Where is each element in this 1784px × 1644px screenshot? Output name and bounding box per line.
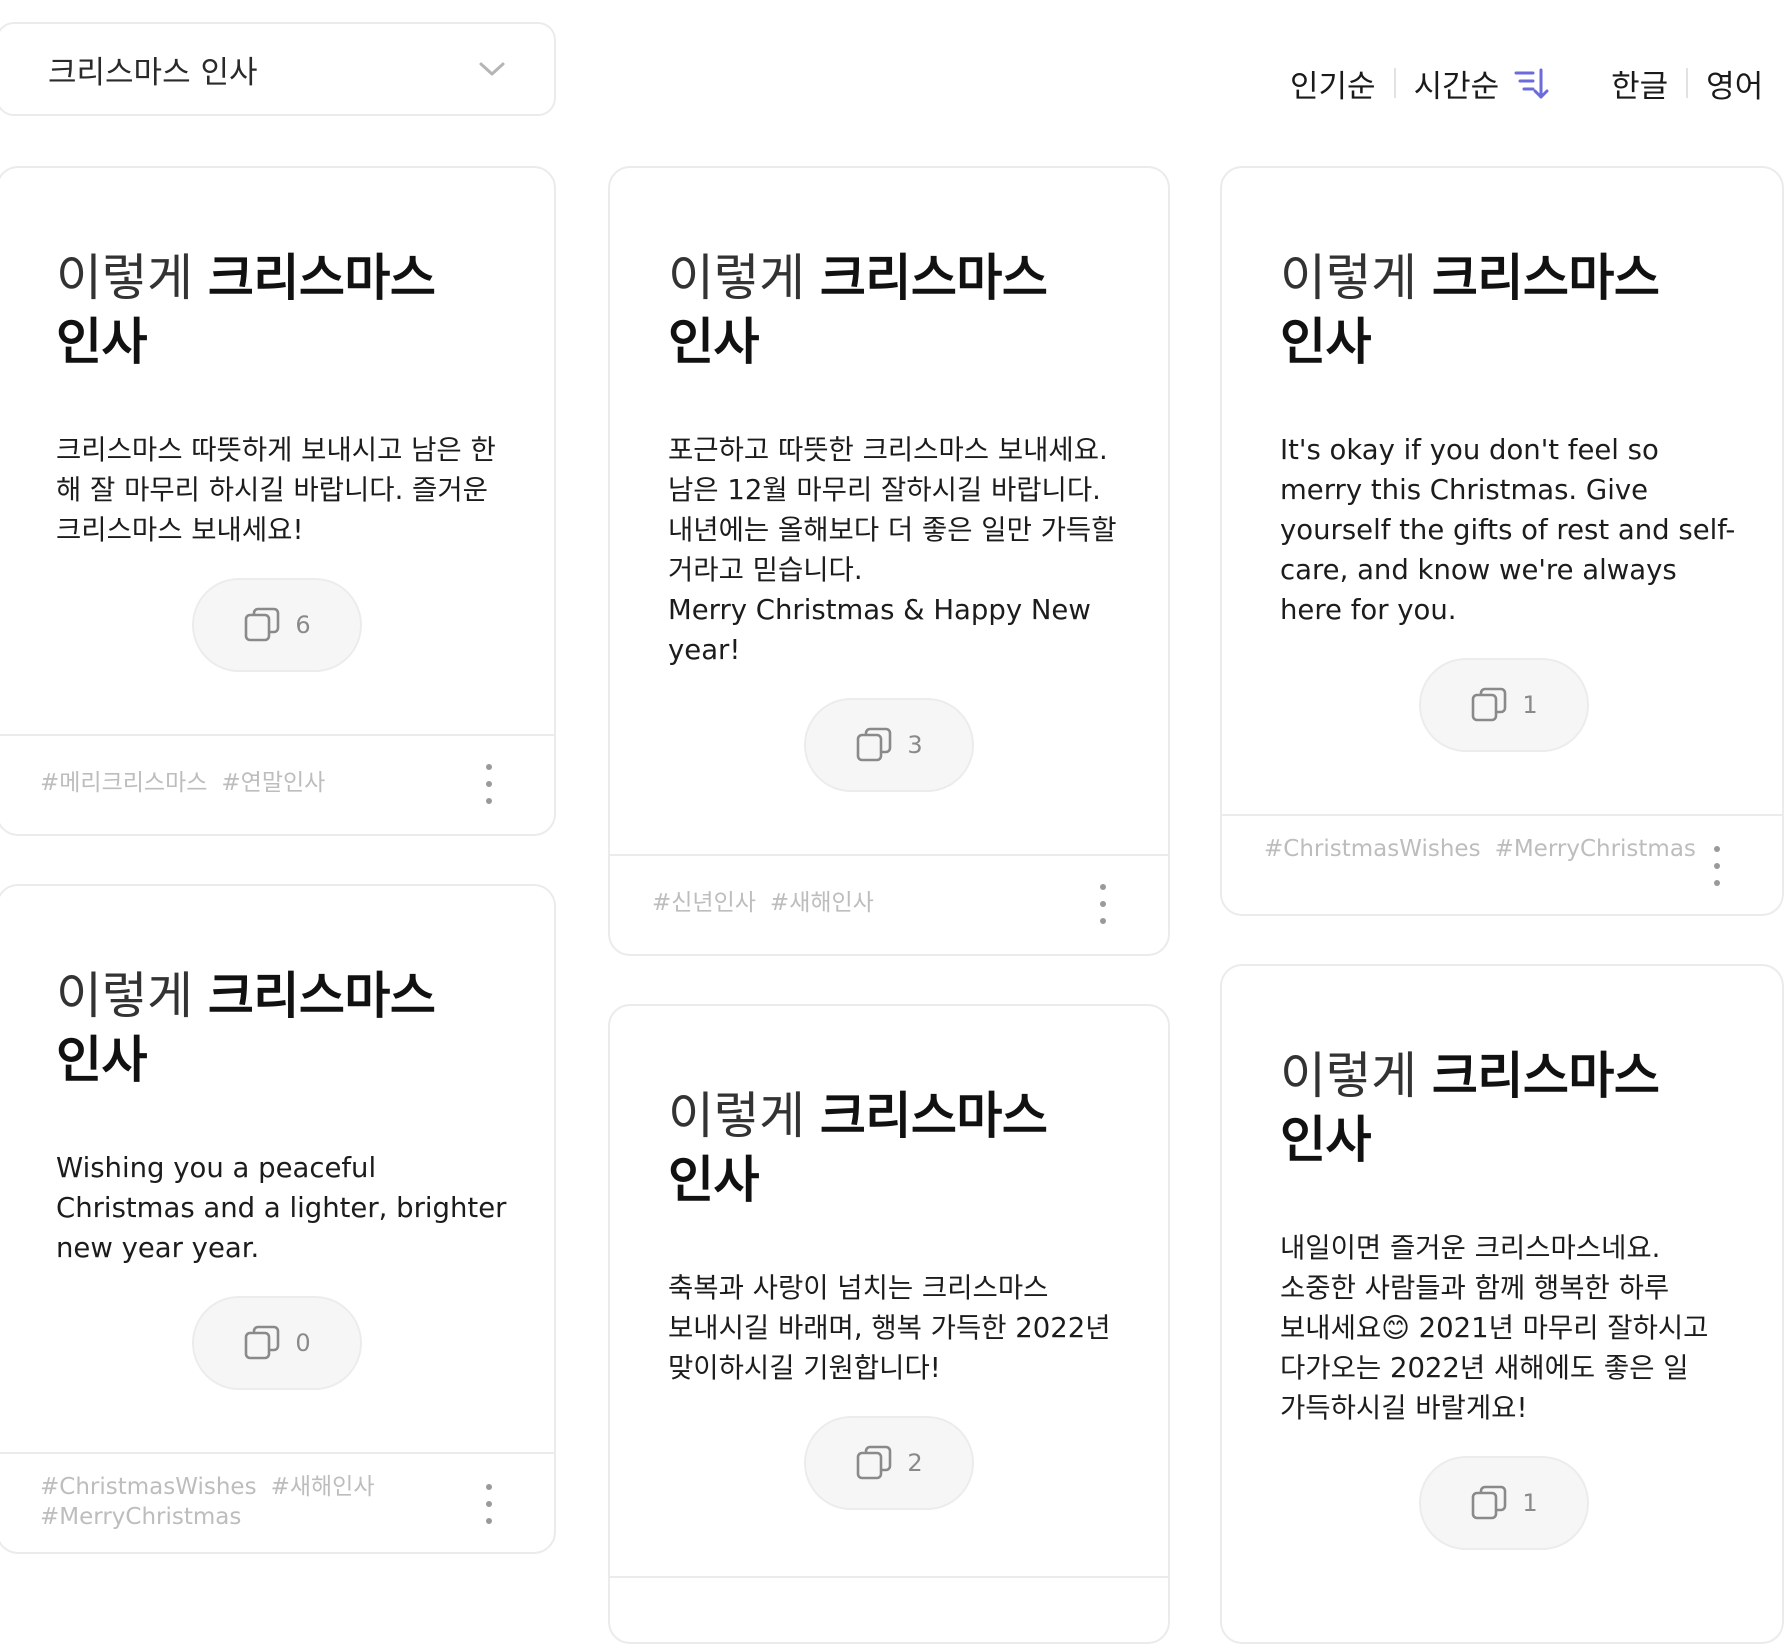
card-message: It's okay if you don't feel so merry thi… [1280, 434, 1736, 626]
greeting-card: 이렇게 크리스마스 인사 It's okay if you don't feel… [1220, 166, 1784, 916]
copy-count: 3 [907, 731, 923, 759]
sort-popular[interactable]: 인기순 [1290, 61, 1376, 106]
greeting-card: 이렇게 크리스마스 인사 Wishing you a peaceful Chri… [0, 884, 556, 1554]
card-title: 이렇게 크리스마스 인사 [56, 249, 436, 371]
card-footer: #메리크리스마스 #연말인사 [0, 734, 554, 834]
tag[interactable]: #새해인사 [271, 1474, 375, 1500]
copy-icon [245, 1325, 280, 1360]
copy-button[interactable]: 1 [1419, 658, 1589, 752]
more-options-icon[interactable] [482, 764, 496, 804]
card-footer: #ChristmasWishes #MerryChristmas [1222, 814, 1782, 914]
sort-and-language-controls: 인기순 시간순 한글 영어 [1290, 58, 1780, 108]
copy-button[interactable]: 0 [192, 1296, 362, 1390]
greeting-card: 이렇게 크리스마스 인사 축복과 사랑이 넘치는 크리스마스 보내시길 바래며,… [608, 1004, 1170, 1644]
card-message: 축복과 사랑이 넘치는 크리스마스 보내시길 바래며, 행복 가득한 2022년… [668, 1272, 1120, 1384]
copy-button[interactable]: 1 [1419, 1456, 1589, 1550]
more-options-icon[interactable] [1096, 884, 1110, 924]
copy-count: 2 [907, 1449, 923, 1477]
card-title: 이렇게 크리스마스 인사 [1280, 249, 1660, 371]
tag[interactable]: #ChristmasWishes [1264, 836, 1481, 862]
card-footer: #ChristmasWishes #새해인사 #MerryChristmas [0, 1452, 554, 1552]
tag[interactable]: #MerryChristmas [40, 1504, 241, 1530]
copy-button[interactable]: 6 [192, 578, 362, 672]
copy-button[interactable]: 2 [804, 1416, 974, 1510]
copy-count: 6 [295, 611, 311, 639]
copy-count: 0 [295, 1329, 311, 1357]
card-message: Wishing you a peaceful Christmas and a l… [56, 1152, 516, 1264]
more-options-icon[interactable] [1710, 846, 1724, 886]
copy-icon [245, 607, 280, 642]
chevron-down-icon [479, 62, 505, 76]
card-message: 포근하고 따뜻한 크리스마스 보내세요. 남은 12월 마무리 잘하시길 바랍니… [668, 434, 1117, 666]
tag-list: #ChristmasWishes #새해인사 #MerryChristmas [40, 1472, 400, 1532]
copy-icon [1472, 687, 1507, 722]
tag-list: #메리크리스마스 #연말인사 [40, 768, 400, 798]
greeting-card: 이렇게 크리스마스 인사 내일이면 즐거운 크리스마스네요. 소중한 사람들과 … [1220, 964, 1784, 1644]
tag-list: #ChristmasWishes #MerryChristmas [1264, 834, 1696, 864]
card-message: 크리스마스 따뜻하게 보내시고 남은 한 해 잘 마무리 하시길 바랍니다. 즐… [56, 434, 505, 546]
card-footer [610, 1576, 1168, 1642]
tag-list: #신년인사 #새해인사 [652, 888, 1012, 918]
card-title: 이렇게 크리스마스 인사 [668, 249, 1048, 371]
sort-recent[interactable]: 시간순 [1414, 61, 1500, 106]
copy-count: 1 [1522, 691, 1538, 719]
card-message: 내일이면 즐거운 크리스마스네요. 소중한 사람들과 함께 행복한 하루 보내세… [1280, 1232, 1718, 1424]
copy-button[interactable]: 3 [804, 698, 974, 792]
copy-icon [857, 727, 892, 762]
tag[interactable]: #ChristmasWishes [40, 1474, 257, 1500]
greeting-card: 이렇게 크리스마스 인사 크리스마스 따뜻하게 보내시고 남은 한 해 잘 마무… [0, 166, 556, 836]
tag[interactable]: #연말인사 [221, 770, 325, 796]
card-title: 이렇게 크리스마스 인사 [56, 967, 436, 1089]
copy-icon [857, 1445, 892, 1480]
tag[interactable]: #MerryChristmas [1495, 836, 1696, 862]
tag[interactable]: #신년인사 [652, 890, 756, 916]
category-dropdown[interactable]: 크리스마스 인사 [0, 22, 556, 116]
sort-descending-icon[interactable] [1513, 65, 1549, 101]
card-footer: #신년인사 #새해인사 [610, 854, 1168, 954]
divider [1686, 68, 1689, 98]
more-options-icon[interactable] [482, 1484, 496, 1524]
category-dropdown-value: 크리스마스 인사 [48, 54, 258, 91]
card-title: 이렇게 크리스마스 인사 [668, 1087, 1048, 1209]
copy-count: 1 [1522, 1489, 1538, 1517]
greeting-card: 이렇게 크리스마스 인사 포근하고 따뜻한 크리스마스 보내세요. 남은 12월… [608, 166, 1170, 956]
copy-icon [1472, 1485, 1507, 1520]
card-title: 이렇게 크리스마스 인사 [1280, 1047, 1660, 1169]
tag[interactable]: #메리크리스마스 [40, 770, 207, 796]
language-korean[interactable]: 한글 [1611, 61, 1668, 106]
tag[interactable]: #새해인사 [770, 890, 874, 916]
divider [1393, 68, 1396, 98]
language-english[interactable]: 영어 [1706, 61, 1763, 106]
